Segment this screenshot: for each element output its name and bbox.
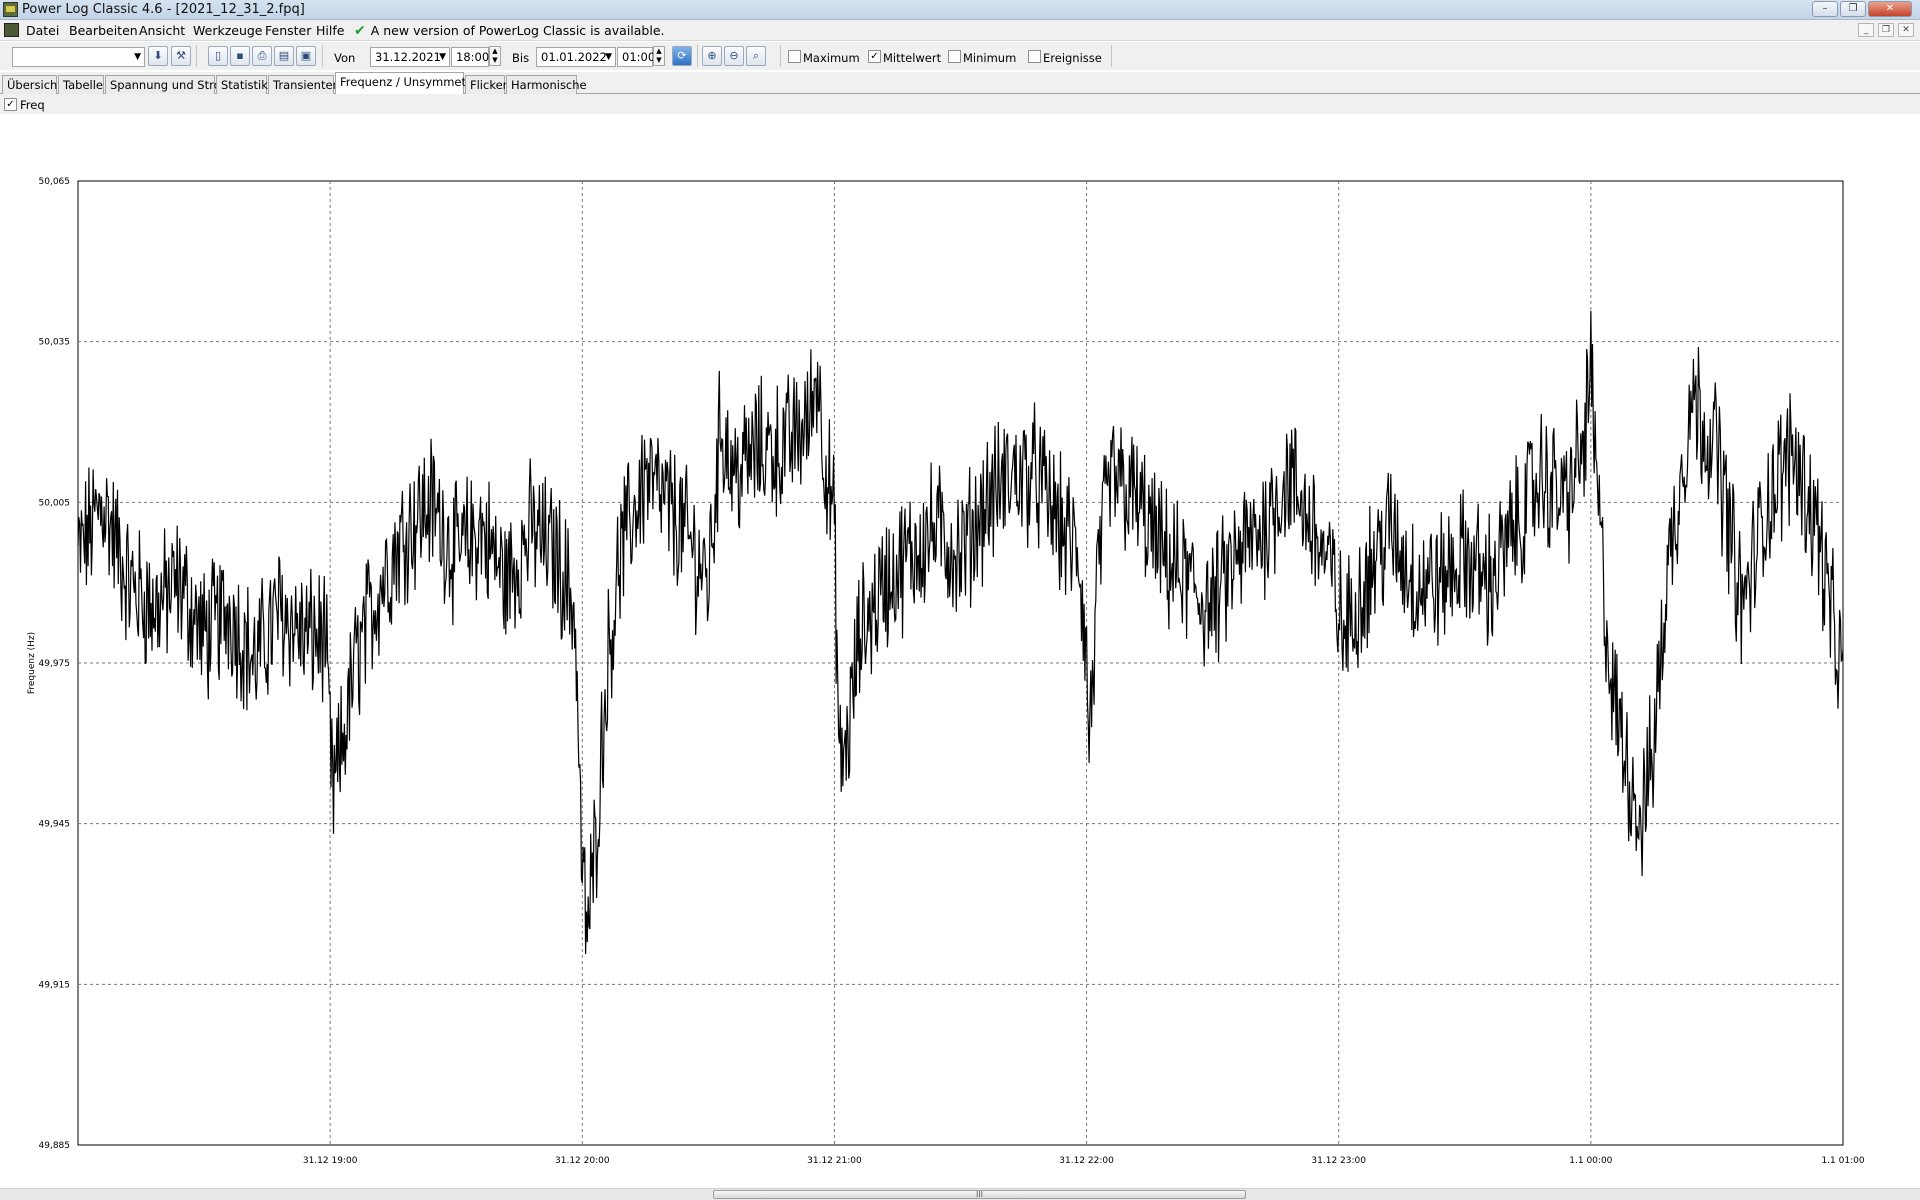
maximize-button[interactable]: ❐ xyxy=(1840,1,1866,17)
tab-transienten[interactable]: Transienten xyxy=(268,75,340,94)
menu-bearbeiten[interactable]: Bearbeiten xyxy=(69,23,138,38)
bis-date-picker[interactable]: 01.01.2022 ▼ xyxy=(536,47,616,67)
screenshot-icon[interactable]: ▣ xyxy=(296,46,316,66)
bis-date-value: 01.01.2022 xyxy=(541,50,607,64)
minimum-checkbox[interactable] xyxy=(948,50,961,63)
chevron-down-icon: ▼ xyxy=(439,52,446,62)
zoom-reset-icon[interactable]: ⌕ xyxy=(746,46,766,66)
tab-harmonische[interactable]: Harmonische xyxy=(506,75,587,94)
x-tick-label: 31.12 20:00 xyxy=(555,1156,610,1166)
toolbar-separator xyxy=(1111,45,1112,67)
export-icon[interactable]: ⬇ xyxy=(148,46,168,66)
menu-datei[interactable]: Datei xyxy=(26,23,59,38)
y-tick-label: 49,945 xyxy=(39,820,71,830)
document-window-controls: _ ❐ ✕ xyxy=(1858,23,1914,37)
maximum-checkbox[interactable] xyxy=(788,50,801,63)
freq-label: Freq xyxy=(20,98,45,112)
von-date-picker[interactable]: 31.12.2021 ▼ xyxy=(370,47,450,67)
checkmark-icon: ✔ xyxy=(354,22,366,39)
x-tick-label: 31.12 23:00 xyxy=(1311,1156,1366,1166)
app-icon xyxy=(3,2,18,17)
new-document-icon[interactable]: ▯ xyxy=(208,46,228,66)
document-restore-button[interactable]: ❐ xyxy=(1878,23,1894,37)
channel-select[interactable]: ▼ xyxy=(12,47,145,67)
menu-ansicht[interactable]: Ansicht xyxy=(139,23,185,38)
x-tick-label: 1.1 00:00 xyxy=(1569,1156,1612,1166)
tab-uebersicht[interactable]: Übersicht xyxy=(2,75,62,94)
tab-tabelle[interactable]: Tabelle xyxy=(58,75,104,94)
tab-flicker[interactable]: Flicker xyxy=(465,75,507,94)
series-filter-bar: ✓ Freq xyxy=(0,94,1920,114)
scrollbar-thumb[interactable]: III xyxy=(713,1190,1246,1199)
chevron-down-icon: ▼ xyxy=(134,52,141,62)
bis-time-value: 01:00 xyxy=(622,50,656,64)
x-tick-label: 31.12 22:00 xyxy=(1059,1156,1114,1166)
freq-checkbox[interactable]: ✓ xyxy=(4,98,17,111)
ereignisse-label: Ereignisse xyxy=(1043,51,1102,65)
von-time-value: 18:00 xyxy=(456,50,490,64)
x-tick-label: 31.12 21:00 xyxy=(807,1156,862,1166)
y-tick-label: 49,915 xyxy=(39,980,71,990)
horizontal-scrollbar[interactable]: III xyxy=(0,1188,1920,1200)
von-date-value: 31.12.2021 xyxy=(375,50,441,64)
document-icon[interactable] xyxy=(4,23,19,37)
mittelwert-checkbox[interactable]: ✓ xyxy=(868,50,881,63)
toolbar-separator xyxy=(322,45,323,67)
bis-label: Bis xyxy=(512,51,530,65)
toolbar: ▼ ⬇ ⚒ ▯ ▪ ⎙ ▤ ▣ Von 31.12.2021 ▼ 18:00 ▲… xyxy=(0,42,1920,70)
y-tick-label: 50,065 xyxy=(39,177,71,187)
y-tick-label: 49,975 xyxy=(39,659,71,669)
tab-frequenz-unsymmetrie[interactable]: Frequenz / Unsymmetrie xyxy=(335,72,481,95)
mittelwert-label: Mittelwert xyxy=(883,51,942,65)
tab-statistik[interactable]: Statistik xyxy=(216,75,268,94)
print-preview-icon[interactable]: ▤ xyxy=(274,46,294,66)
menu-werkzeuge[interactable]: Werkzeuge xyxy=(193,23,263,38)
title-bar: Power Log Classic 4.6 - [2021_12_31_2.fp… xyxy=(0,0,1920,20)
ereignisse-checkbox[interactable] xyxy=(1028,50,1041,63)
zoom-in-icon[interactable]: ⊕ xyxy=(702,46,722,66)
von-label: Von xyxy=(334,51,356,65)
menu-bar: Datei Bearbeiten Ansicht Werkzeuge Fenst… xyxy=(0,20,1920,41)
tab-spannung-und-strom[interactable]: Spannung und Strom xyxy=(105,75,232,94)
x-tick-label: 31.12 19:00 xyxy=(303,1156,358,1166)
y-tick-label: 49,885 xyxy=(39,1141,71,1151)
tab-bar: Übersicht Tabelle Spannung und Strom Sta… xyxy=(0,72,1920,95)
save-icon[interactable]: ▪ xyxy=(230,46,250,66)
chevron-down-icon: ▼ xyxy=(605,52,612,62)
bis-time-field[interactable]: 01:00 xyxy=(617,47,656,67)
toolbar-separator xyxy=(697,45,698,67)
window-title: Power Log Classic 4.6 - [2021_12_31_2.fp… xyxy=(22,2,305,17)
tools-icon[interactable]: ⚒ xyxy=(171,46,191,66)
minimize-button[interactable]: – xyxy=(1812,1,1838,17)
y-tick-label: 50,035 xyxy=(39,338,71,348)
frequency-chart[interactable]: 50,065 50,035 50,005 49,975 49,945 49,915 49,8… xyxy=(0,114,1920,1188)
zoom-out-icon[interactable]: ⊖ xyxy=(724,46,744,66)
bis-time-spinner[interactable]: ▲ ▼ xyxy=(653,46,665,66)
refresh-icon[interactable]: ⟳ xyxy=(672,46,692,66)
print-icon[interactable]: ⎙ xyxy=(252,46,272,66)
y-tick-label: 50,005 xyxy=(39,498,71,508)
close-button[interactable]: ✕ xyxy=(1868,1,1912,17)
menu-hilfe[interactable]: Hilfe xyxy=(316,23,344,38)
document-minimize-button[interactable]: _ xyxy=(1858,23,1874,37)
minimum-label: Minimum xyxy=(963,51,1017,65)
update-notice-text: A new version of PowerLog Classic is ava… xyxy=(370,23,665,38)
update-notice[interactable]: ✔ A new version of PowerLog Classic is a… xyxy=(354,23,665,38)
menu-fenster[interactable]: Fenster xyxy=(265,23,311,38)
von-time-field[interactable]: 18:00 xyxy=(451,47,489,67)
chart-canvas: 50,065 50,035 50,005 49,975 49,945 49,915 49,8… xyxy=(27,177,1865,1166)
von-time-spinner[interactable]: ▲ ▼ xyxy=(489,46,501,66)
document-close-button[interactable]: ✕ xyxy=(1898,23,1914,37)
toolbar-separator xyxy=(196,45,197,67)
toolbar-separator xyxy=(780,45,781,67)
y-axis-title: Frequenz (Hz) xyxy=(27,632,37,694)
x-tick-label: 1.1 01:00 xyxy=(1821,1156,1864,1166)
maximum-label: Maximum xyxy=(803,51,860,65)
window-controls: – ❐ ✕ xyxy=(1812,1,1912,17)
